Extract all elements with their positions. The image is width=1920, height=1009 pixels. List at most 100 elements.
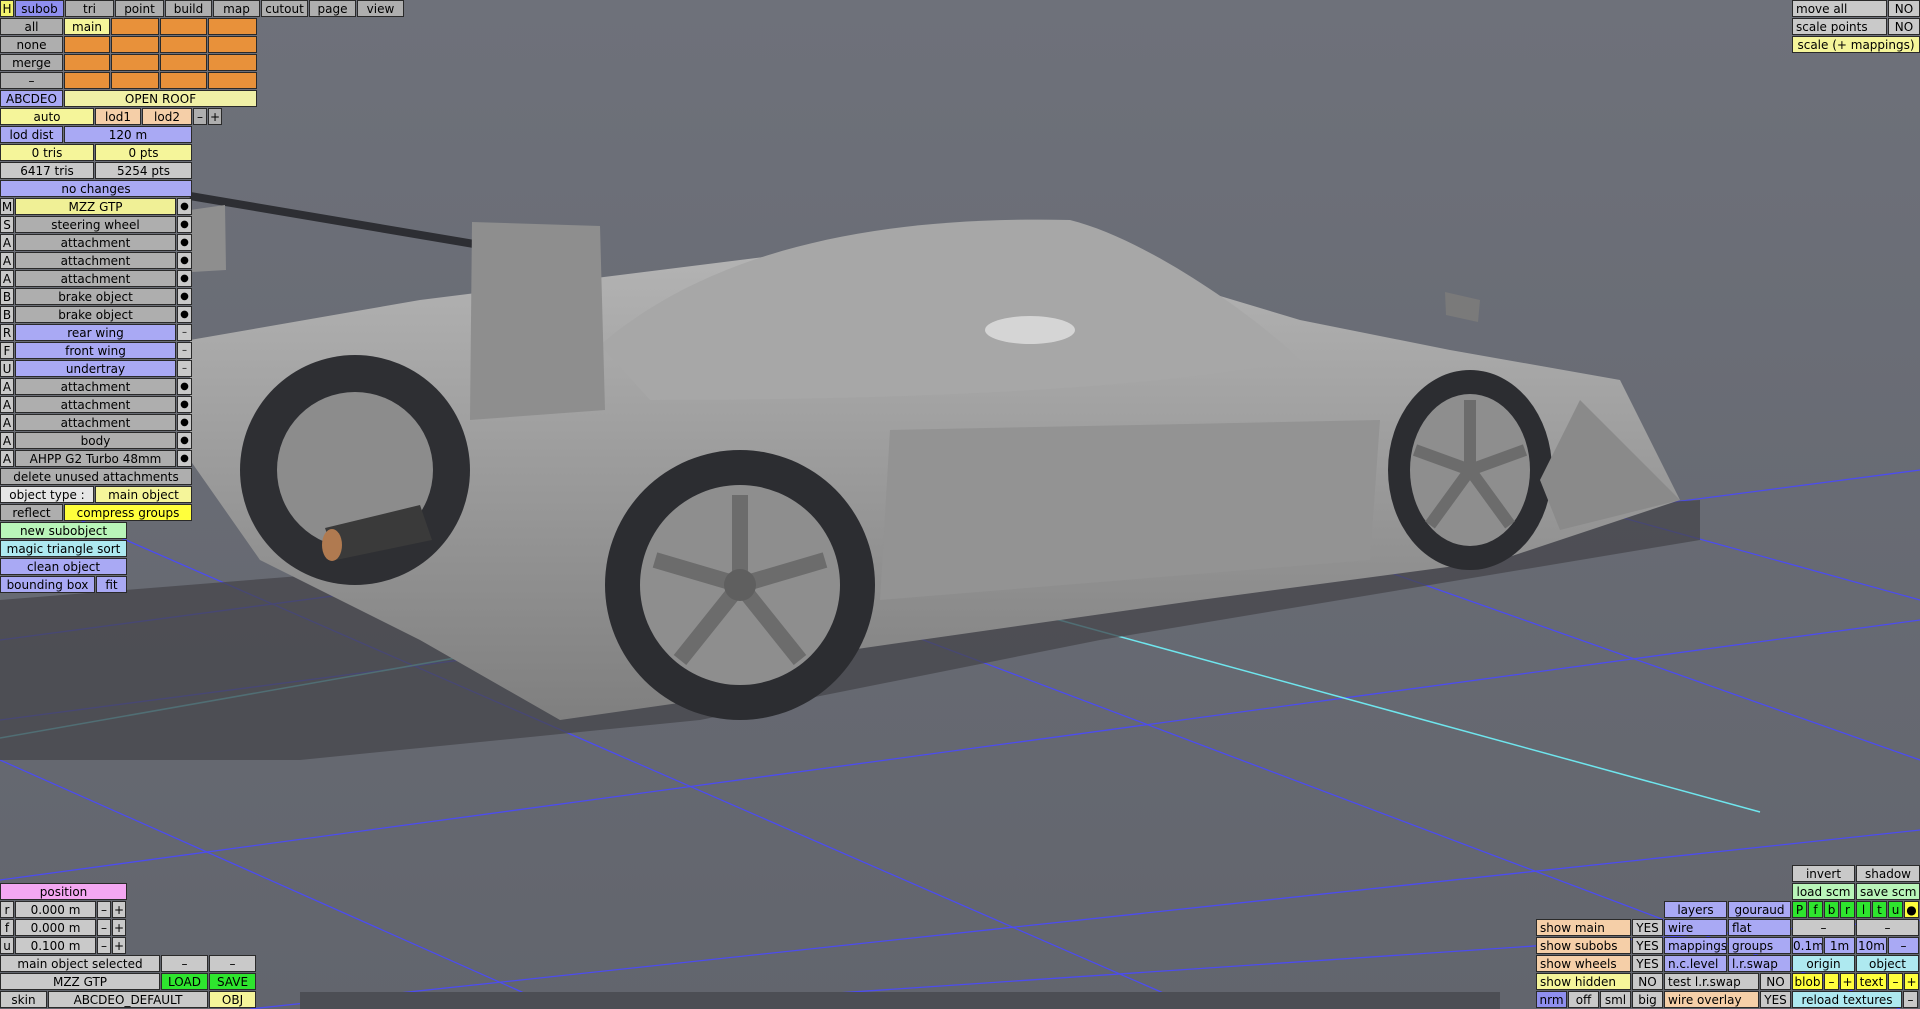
- object-name-label[interactable]: attachment: [15, 414, 176, 431]
- position-u-minus[interactable]: –: [97, 937, 111, 954]
- text-plus-button[interactable]: +: [1904, 973, 1919, 990]
- test-lr-swap-button[interactable]: test l.r.swap: [1664, 973, 1759, 990]
- move-all-value[interactable]: NO: [1888, 0, 1920, 17]
- show-subobs-label[interactable]: show subobs: [1536, 937, 1631, 954]
- magic-triangle-sort-button[interactable]: magic triangle sort: [0, 540, 127, 557]
- show-main-value[interactable]: YES: [1632, 919, 1663, 936]
- layer-toggle-f[interactable]: f: [1808, 901, 1823, 918]
- mappings-button[interactable]: mappings: [1664, 937, 1727, 954]
- group-cell[interactable]: [208, 36, 257, 53]
- object-list-item[interactable]: M MZZ GTP ●: [0, 198, 192, 215]
- position-f-plus[interactable]: +: [112, 919, 126, 936]
- layer-dot-icon[interactable]: ●: [1904, 901, 1919, 918]
- lod-plus-button[interactable]: +: [208, 108, 222, 125]
- object-list-item[interactable]: Aattachment ●: [0, 234, 192, 251]
- object-button[interactable]: object: [1856, 955, 1919, 972]
- load-scm-button[interactable]: load scm: [1792, 883, 1855, 900]
- tab-page[interactable]: page: [309, 0, 356, 17]
- object-name-label[interactable]: AHPP G2 Turbo 48mm: [15, 450, 176, 467]
- view-mode-off[interactable]: off: [1568, 991, 1599, 1008]
- scale-mappings-button[interactable]: scale (+ mappings): [1792, 36, 1920, 53]
- group-cell[interactable]: [208, 54, 257, 71]
- position-r-minus[interactable]: –: [97, 901, 111, 918]
- reload-textures-button[interactable]: reload textures: [1792, 991, 1902, 1008]
- scale-points-label[interactable]: scale points: [1792, 18, 1887, 35]
- hidden-dash-icon[interactable]: –: [177, 342, 192, 359]
- new-subobject-button[interactable]: new subobject: [0, 522, 127, 539]
- group-cell[interactable]: [208, 18, 257, 35]
- scale-0-1m-button[interactable]: 0.1m: [1792, 937, 1823, 954]
- scale-1m-button[interactable]: 1m: [1824, 937, 1855, 954]
- object-name[interactable]: MZZ GTP: [0, 973, 160, 990]
- show-subobs-value[interactable]: YES: [1632, 937, 1663, 954]
- view-mode-big[interactable]: big: [1632, 991, 1663, 1008]
- object-list-item[interactable]: Aattachment ●: [0, 270, 192, 287]
- dash-button-2[interactable]: –: [1856, 919, 1919, 936]
- object-list-item[interactable]: Aattachment ●: [0, 396, 192, 413]
- position-r-value[interactable]: 0.000 m: [15, 901, 96, 918]
- none-button[interactable]: none: [0, 36, 63, 53]
- object-list-item[interactable]: Aattachment ●: [0, 252, 192, 269]
- nc-level-button[interactable]: n.c.level: [1664, 955, 1727, 972]
- tab-build[interactable]: build: [165, 0, 212, 17]
- delete-unused-attachments-button[interactable]: delete unused attachments: [0, 468, 192, 485]
- layer-toggle-b[interactable]: b: [1824, 901, 1839, 918]
- layers-button[interactable]: layers: [1664, 901, 1727, 918]
- object-list-item[interactable]: Aattachment ●: [0, 378, 192, 395]
- selection-dash-2[interactable]: –: [209, 955, 256, 972]
- visible-dot-icon[interactable]: ●: [177, 396, 192, 413]
- tab-tri[interactable]: tri: [65, 0, 114, 17]
- object-name-label[interactable]: brake object: [15, 306, 176, 323]
- show-main-label[interactable]: show main: [1536, 919, 1631, 936]
- group-cell[interactable]: [160, 72, 207, 89]
- fit-button[interactable]: fit: [96, 576, 127, 593]
- move-all-label[interactable]: move all: [1792, 0, 1887, 17]
- object-name-label[interactable]: undertray: [15, 360, 176, 377]
- 3d-viewport[interactable]: [0, 0, 1920, 1009]
- text-button[interactable]: text: [1856, 973, 1887, 990]
- show-hidden-label[interactable]: show hidden: [1536, 973, 1631, 990]
- position-f-minus[interactable]: –: [97, 919, 111, 936]
- object-name-label[interactable]: brake object: [15, 288, 176, 305]
- save-scm-button[interactable]: save scm: [1856, 883, 1920, 900]
- flat-button[interactable]: flat: [1728, 919, 1791, 936]
- position-f-value[interactable]: 0.000 m: [15, 919, 96, 936]
- save-button[interactable]: SAVE: [209, 973, 256, 990]
- wire-button[interactable]: wire: [1664, 919, 1727, 936]
- wire-overlay-value[interactable]: YES: [1760, 991, 1791, 1008]
- visible-dot-icon[interactable]: ●: [177, 306, 192, 323]
- lod1-button[interactable]: lod1: [95, 108, 141, 125]
- group-cell[interactable]: [111, 72, 159, 89]
- skin-value[interactable]: ABCDEO_DEFAULT: [48, 991, 208, 1008]
- object-name-label[interactable]: attachment: [15, 252, 176, 269]
- blob-button[interactable]: blob: [1792, 973, 1823, 990]
- clean-object-button[interactable]: clean object: [0, 558, 127, 575]
- object-list-item[interactable]: Aattachment ●: [0, 414, 192, 431]
- lod2-button[interactable]: lod2: [142, 108, 192, 125]
- object-list-item[interactable]: Uundertray –: [0, 360, 192, 377]
- object-name-label[interactable]: body: [15, 432, 176, 449]
- dash-button[interactable]: –: [0, 72, 63, 89]
- object-name-label[interactable]: attachment: [15, 234, 176, 251]
- object-name-label[interactable]: attachment: [15, 378, 176, 395]
- tab-subob[interactable]: subob: [15, 0, 64, 17]
- tab-cutout[interactable]: cutout: [261, 0, 308, 17]
- h-button[interactable]: H: [0, 0, 14, 17]
- object-name-label[interactable]: steering wheel: [15, 216, 176, 233]
- gouraud-button[interactable]: gouraud: [1728, 901, 1791, 918]
- scale-minus-button[interactable]: –: [1888, 937, 1919, 954]
- lod-minus-button[interactable]: –: [193, 108, 207, 125]
- view-mode-nrm[interactable]: nrm: [1536, 991, 1567, 1008]
- group-cell[interactable]: [64, 72, 110, 89]
- visible-dot-icon[interactable]: ●: [177, 414, 192, 431]
- object-list-item[interactable]: Bbrake object ●: [0, 306, 192, 323]
- show-wheels-value[interactable]: YES: [1632, 955, 1663, 972]
- shadow-button[interactable]: shadow: [1856, 865, 1920, 882]
- layer-toggle-l[interactable]: l: [1856, 901, 1871, 918]
- group-cell[interactable]: [160, 54, 207, 71]
- compress-groups-button[interactable]: compress groups: [64, 504, 192, 521]
- object-name-label[interactable]: attachment: [15, 270, 176, 287]
- wire-overlay-label[interactable]: wire overlay: [1664, 991, 1759, 1008]
- visible-dot-icon[interactable]: ●: [177, 252, 192, 269]
- object-name-label[interactable]: front wing: [15, 342, 176, 359]
